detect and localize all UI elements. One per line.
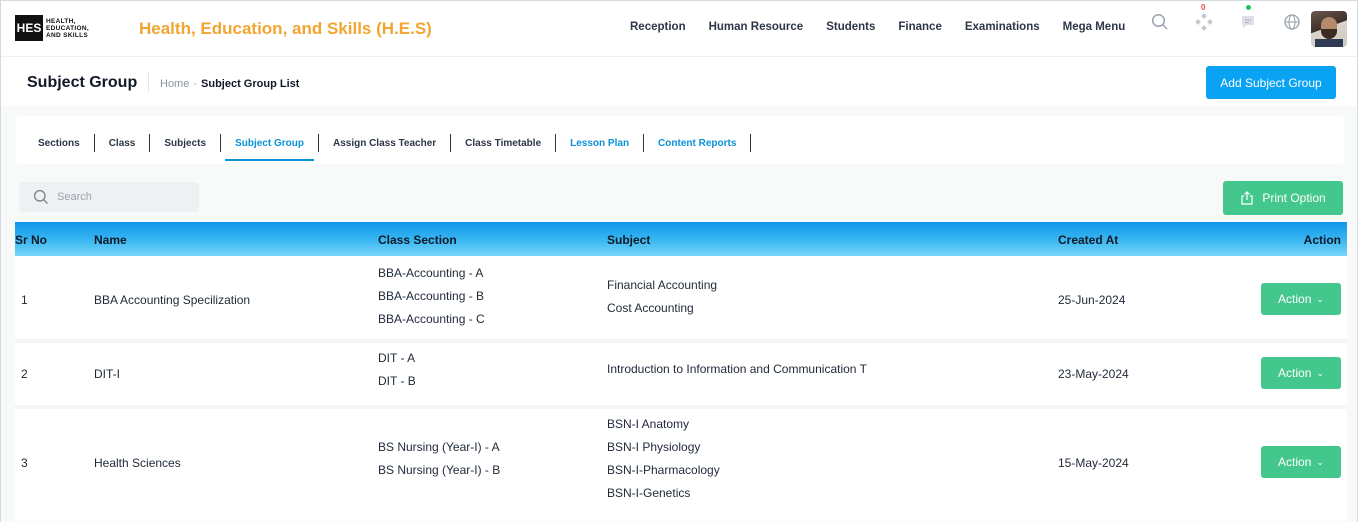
tab-content-reports[interactable]: Content Reports <box>644 131 750 155</box>
main-menu: Reception Human Resource Students Financ… <box>630 21 1148 33</box>
tab-class[interactable]: Class <box>95 131 150 155</box>
subject-item: Financial Accounting <box>607 278 718 292</box>
app-title: Health, Education, and Skills (H.E.S) <box>139 19 432 38</box>
cell-sr: 1 <box>21 293 28 307</box>
user-avatar[interactable] <box>1311 11 1347 47</box>
academic-tabs: Sections Class Subjects Subject Group As… <box>38 131 752 161</box>
tab-subjects[interactable]: Subjects <box>150 131 220 155</box>
page-header: Subject Group Home - Subject Group List Ad… <box>1 58 1357 106</box>
cell-sr: 2 <box>21 367 28 381</box>
logo-wordmark: HEALTH, EDUCATION, AND SKILLS <box>46 17 89 39</box>
cell-created-at: 23-May-2024 <box>1058 367 1129 381</box>
search-input[interactable] <box>57 191 187 203</box>
print-option-label: Print Option <box>1262 191 1326 205</box>
section-item: BS Nursing (Year-I) - A <box>378 440 500 454</box>
tab-sections[interactable]: Sections <box>38 131 94 155</box>
breadcrumb: Home - Subject Group List <box>160 78 299 90</box>
breadcrumb-current: Subject Group List <box>201 78 300 90</box>
chat-online-dot <box>1246 5 1251 10</box>
section-item: DIT - A <box>378 351 416 365</box>
tab-lesson-plan[interactable]: Lesson Plan <box>556 131 643 155</box>
cell-class-sections: DIT - A DIT - B <box>378 347 416 393</box>
col-action[interactable]: Action <box>1304 233 1341 247</box>
nav-mega-menu[interactable]: Mega Menu <box>1063 21 1126 33</box>
table-row: 1 BBA Accounting Specilization BBA-Accou… <box>15 256 1347 343</box>
cell-subjects: Financial Accounting Cost Accounting <box>607 274 717 320</box>
table-row: 2 DIT-I DIT - A DIT - B Introduction to … <box>15 343 1347 409</box>
cell-created-at: 25-Jun-2024 <box>1058 293 1126 307</box>
col-created-at[interactable]: Created At <box>1058 233 1118 247</box>
chevron-down-icon: ⌄ <box>1316 456 1324 467</box>
action-dropdown-button[interactable]: Action ⌄ <box>1261 283 1341 315</box>
nav-finance[interactable]: Finance <box>898 21 941 33</box>
col-sr-no[interactable]: Sr No <box>15 233 47 247</box>
section-item: DIT - B <box>378 374 416 388</box>
page-title: Subject Group <box>27 74 138 91</box>
add-subject-group-button[interactable]: Add Subject Group <box>1206 66 1336 99</box>
apps-icon[interactable]: 0 <box>1193 3 1215 33</box>
content-area: Sections Class Subjects Subject Group As… <box>1 106 1357 522</box>
section-item: BS Nursing (Year-I) - B <box>378 463 501 477</box>
subject-item: BSN-I-Genetics <box>607 486 691 500</box>
header-actions: 0 <box>1149 3 1325 33</box>
chat-icon[interactable] <box>1237 5 1259 33</box>
chevron-down-icon: ⌄ <box>1316 293 1324 304</box>
action-dropdown-button[interactable]: Action ⌄ <box>1261 446 1341 478</box>
nav-examinations[interactable]: Examinations <box>965 21 1040 33</box>
brand-logo[interactable]: HES HEALTH, EDUCATION, AND SKILLS <box>15 15 89 41</box>
tab-class-timetable[interactable]: Class Timetable <box>451 131 555 155</box>
section-item: BBA-Accounting - C <box>378 312 485 326</box>
action-dropdown-button[interactable]: Action ⌄ <box>1261 357 1341 389</box>
app-window: HES HEALTH, EDUCATION, AND SKILLS Health… <box>0 0 1358 522</box>
divider <box>148 72 149 92</box>
top-navbar: HES HEALTH, EDUCATION, AND SKILLS Health… <box>1 1 1357 57</box>
print-option-button[interactable]: Print Option <box>1223 181 1343 215</box>
cell-name: BBA Accounting Specilization <box>94 293 251 307</box>
table-row: 3 Health Sciences BS Nursing (Year-I) - … <box>15 409 1347 521</box>
cell-subjects: BSN-I Anatomy BSN-I Physiology BSN-I-Pha… <box>607 413 720 505</box>
section-item: BBA-Accounting - A <box>378 266 484 280</box>
subject-item: BSN-I Physiology <box>607 440 701 454</box>
search-icon <box>33 189 48 204</box>
tab-assign-class-teacher[interactable]: Assign Class Teacher <box>319 131 450 155</box>
cell-class-sections: BBA-Accounting - A BBA-Accounting - B BB… <box>378 262 485 331</box>
breadcrumb-separator: - <box>193 78 198 90</box>
cell-name: Health Sciences <box>94 456 181 470</box>
cell-subjects: Introduction to Information and Communic… <box>607 362 867 376</box>
search-icon[interactable] <box>1149 11 1171 33</box>
nav-human-resource[interactable]: Human Resource <box>709 21 804 33</box>
chevron-down-icon: ⌄ <box>1316 367 1324 378</box>
table-header: Sr No Name Class Section Subject Created… <box>15 222 1347 256</box>
col-subject[interactable]: Subject <box>607 233 650 247</box>
nav-students[interactable]: Students <box>826 21 875 33</box>
tabs-card: Sections Class Subjects Subject Group As… <box>16 116 1344 164</box>
section-item: BBA-Accounting - B <box>378 289 485 303</box>
cell-name: DIT-I <box>94 367 120 381</box>
subject-group-table: Sr No Name Class Section Subject Created… <box>15 222 1347 521</box>
subject-item: BSN-I Anatomy <box>607 417 690 431</box>
share-icon <box>1241 191 1253 205</box>
col-name[interactable]: Name <box>94 233 127 247</box>
col-class-section[interactable]: Class Section <box>378 233 457 247</box>
subject-item: BSN-I-Pharmacology <box>607 463 720 477</box>
apps-badge: 0 <box>1201 3 1206 12</box>
cell-created-at: 15-May-2024 <box>1058 456 1129 470</box>
breadcrumb-home[interactable]: Home <box>160 78 189 90</box>
subject-item: Cost Accounting <box>607 301 694 315</box>
globe-icon[interactable] <box>1281 11 1303 33</box>
logo-mark: HES <box>15 15 43 41</box>
search-box <box>19 182 199 212</box>
tab-subject-group[interactable]: Subject Group <box>221 131 318 161</box>
cell-class-sections: BS Nursing (Year-I) - A BS Nursing (Year… <box>378 436 500 482</box>
cell-sr: 3 <box>21 456 28 470</box>
nav-reception[interactable]: Reception <box>630 21 686 33</box>
